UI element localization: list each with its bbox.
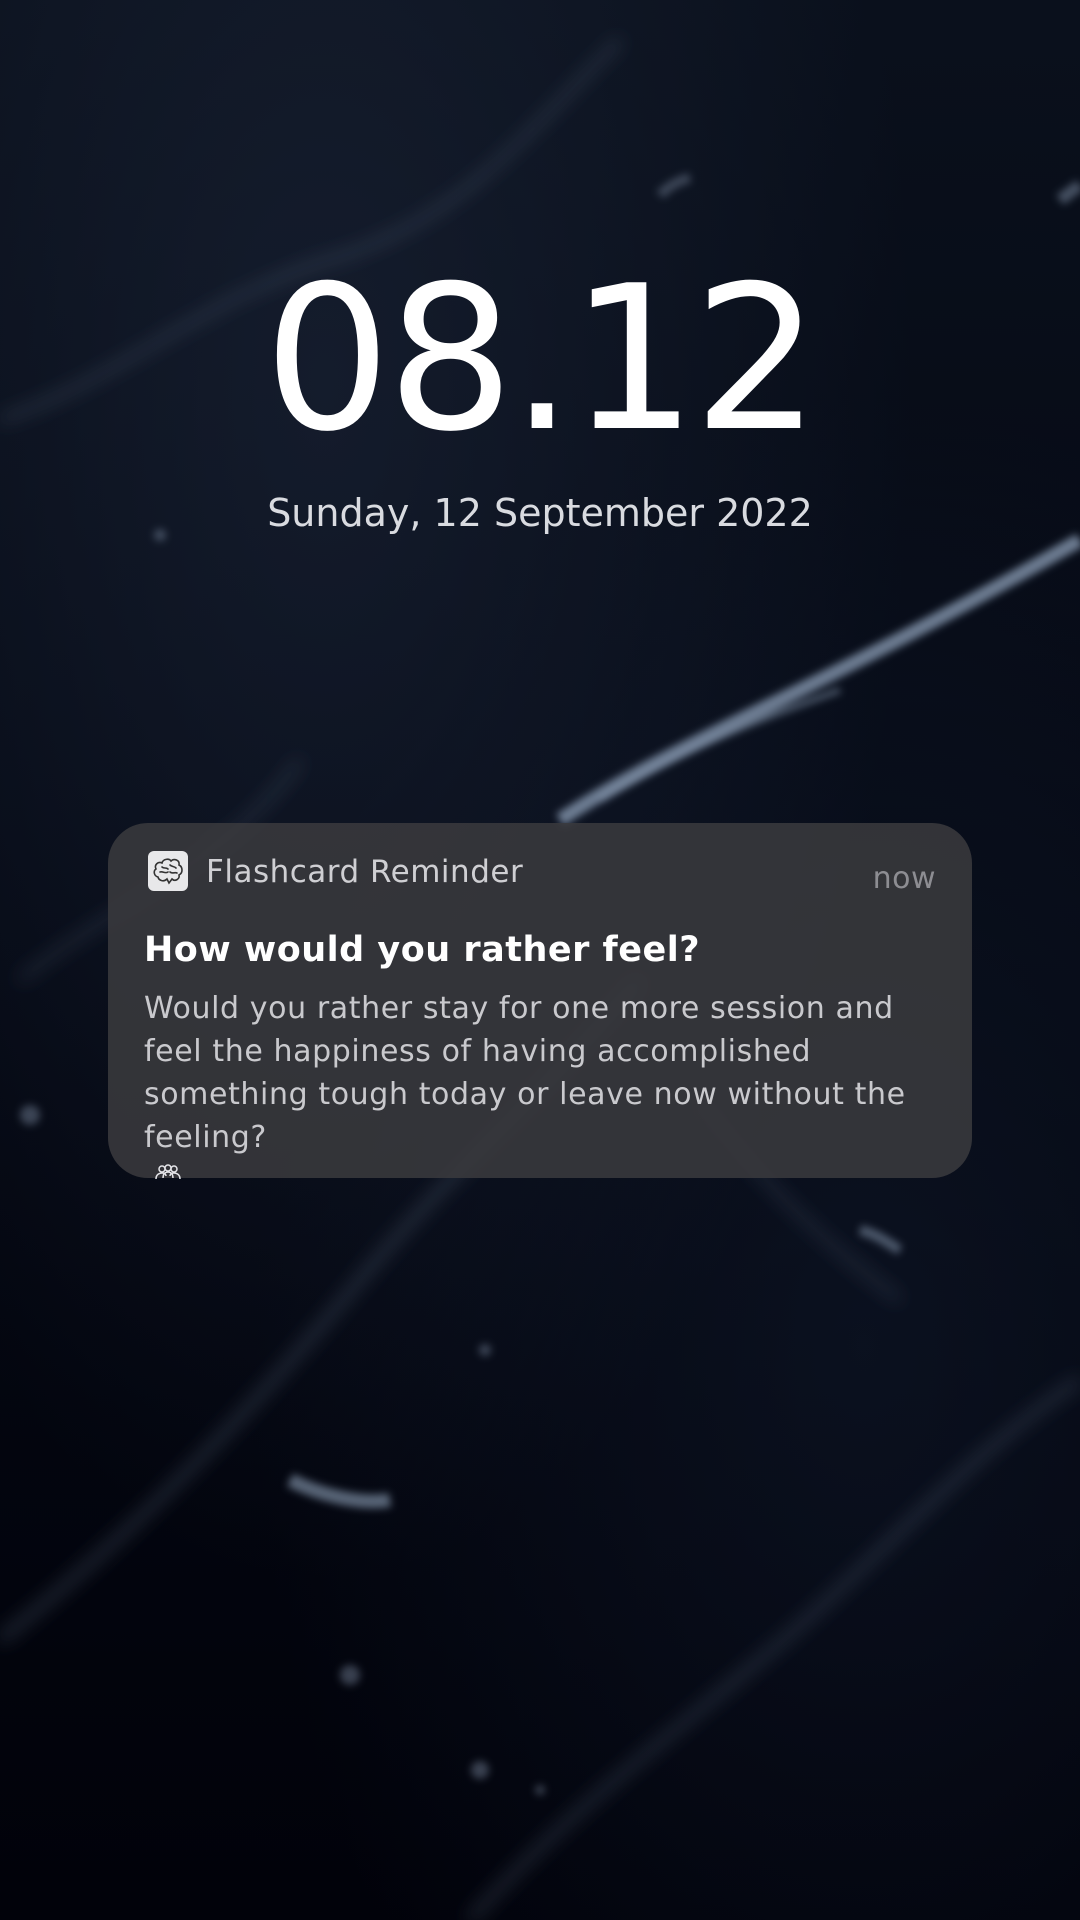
lockscreen-clock: 08.12 (263, 243, 821, 476)
notification-card[interactable]: Flashcard Reminder now How would you rat… (108, 823, 972, 1179)
notification-app-name: Flashcard Reminder (206, 854, 524, 890)
brain-icon (148, 851, 188, 891)
lockscreen-date: Sunday, 12 September 2022 (267, 491, 813, 535)
notification-timestamp: now (872, 861, 936, 896)
notification-title: How would you rather feel? (144, 930, 701, 970)
notification-body: Would you rather stay for one more sessi… (144, 991, 906, 1155)
people-icon (154, 1163, 182, 1179)
